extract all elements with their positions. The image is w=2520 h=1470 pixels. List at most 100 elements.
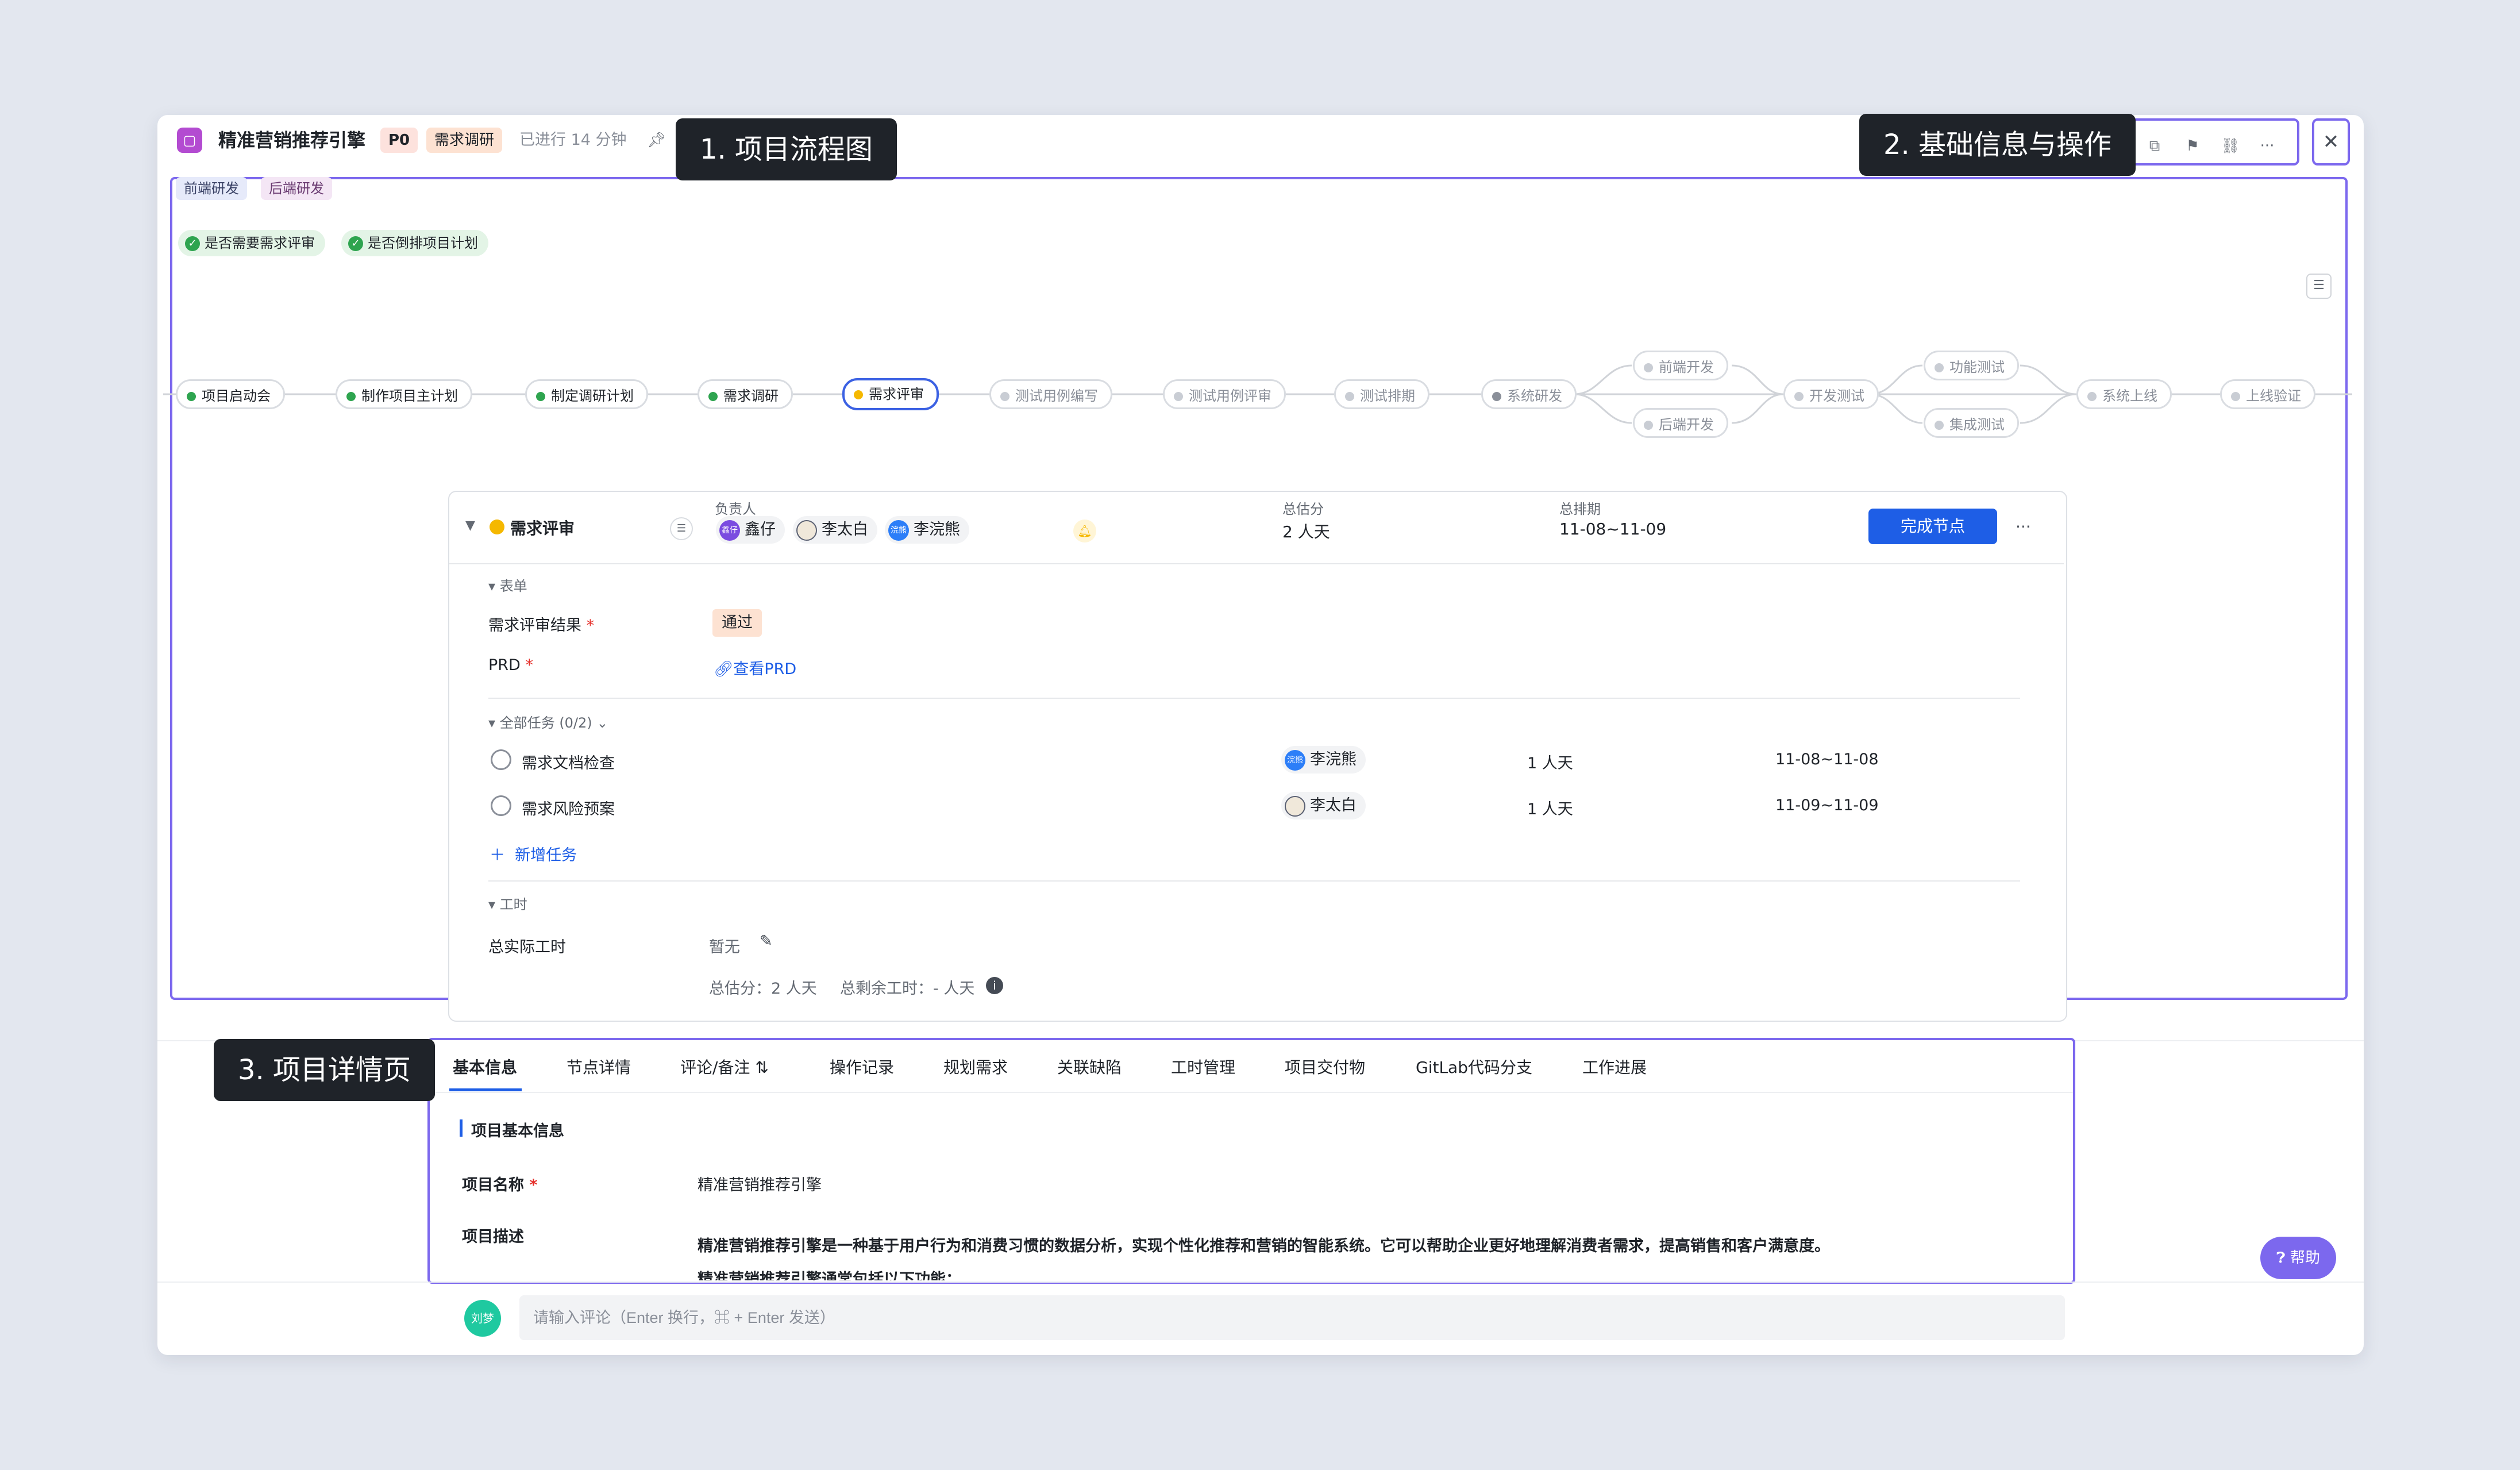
estimate-label: 总估分 bbox=[1282, 501, 1324, 517]
flow-node[interactable]: 项目启动会 bbox=[176, 379, 285, 409]
tab-related-defects[interactable]: 关联缺陷 bbox=[1057, 1055, 1122, 1078]
form-section-toggle[interactable]: ▾ 表单 bbox=[488, 575, 527, 595]
desc-line: 精准营销推荐引擎通常包括以下功能： bbox=[698, 1271, 961, 1280]
node-label: 上线验证 bbox=[2246, 388, 2301, 404]
flow-node[interactable]: 测试用例编写 bbox=[989, 379, 1112, 409]
collapse-chevron-icon[interactable]: ▼ bbox=[465, 518, 475, 533]
flow-node[interactable]: 制作项目主计划 bbox=[336, 379, 472, 409]
field-label: 项目名称 bbox=[462, 1176, 524, 1194]
field-label: 需求评审结果 bbox=[488, 617, 581, 634]
project-name-label: 项目名称 * bbox=[462, 1172, 538, 1195]
flow-node[interactable]: 系统上线 bbox=[2076, 379, 2172, 409]
owner-chip[interactable]: 鑫仔 鑫仔 bbox=[716, 516, 785, 544]
tab-planned-requirements[interactable]: 规划需求 bbox=[943, 1055, 1008, 1078]
project-name-value[interactable]: 精准营销推荐引擎 bbox=[698, 1172, 822, 1195]
summary-estimate: 总估分：2 人天 bbox=[709, 980, 817, 998]
flow-node[interactable]: 测试排期 bbox=[1334, 379, 1429, 409]
status-dot bbox=[1345, 392, 1354, 401]
review-result-value[interactable]: 通过 bbox=[712, 609, 762, 637]
sort-icon[interactable]: ⇅ bbox=[755, 1058, 768, 1077]
owner-name: 李太白 bbox=[1310, 796, 1357, 814]
node-label: 需求调研 bbox=[723, 388, 779, 404]
bell-icon[interactable]: 🔔︎ bbox=[1073, 519, 1096, 542]
flow-node[interactable]: 前端开发 bbox=[1633, 351, 1728, 380]
flow-node[interactable]: 系统研发 bbox=[1481, 379, 1577, 409]
avatar: 鑫仔 bbox=[719, 519, 740, 541]
flow-node[interactable]: 后端开发 bbox=[1633, 408, 1728, 438]
flow-node[interactable]: 开发测试 bbox=[1783, 379, 1879, 409]
tab-bar-divider bbox=[430, 1092, 2073, 1093]
owner-chip[interactable]: 李太白 bbox=[793, 516, 877, 544]
task-effort: 1 人天 bbox=[1527, 801, 1573, 818]
add-task-button[interactable]: ＋ 新增任务 bbox=[490, 842, 577, 865]
flow-node-active[interactable]: 需求评审 bbox=[842, 378, 939, 410]
section-label: 表单 bbox=[499, 578, 527, 594]
node-label: 测试用例评审 bbox=[1189, 388, 1271, 404]
status-dot bbox=[490, 519, 504, 534]
active-tab-indicator bbox=[449, 1088, 522, 1091]
avatar: 浣熊 bbox=[888, 519, 909, 541]
tab-operation-log[interactable]: 操作记录 bbox=[830, 1055, 894, 1078]
status-dot bbox=[1935, 363, 1944, 372]
basic-info-title: 项目基本信息 bbox=[471, 1122, 564, 1140]
divider bbox=[449, 563, 2064, 564]
status-dot bbox=[1935, 421, 1944, 430]
project-desc-value[interactable]: 精准营销推荐引擎是一种基于用户行为和消费习惯的数据分析，实现个性化推荐和营销的智… bbox=[698, 1230, 2065, 1280]
edit-icon[interactable]: ✎ bbox=[760, 932, 773, 950]
comment-input[interactable] bbox=[519, 1295, 2065, 1340]
task-checkbox[interactable] bbox=[491, 795, 511, 816]
add-task-label: 新增任务 bbox=[515, 846, 577, 864]
hours-section-toggle[interactable]: ▾ 工时 bbox=[488, 893, 527, 913]
node-label: 功能测试 bbox=[1949, 359, 2005, 375]
tab-work-hours[interactable]: 工时管理 bbox=[1171, 1055, 1235, 1078]
review-result-label: 需求评审结果 * bbox=[488, 613, 594, 635]
task-checkbox[interactable] bbox=[491, 749, 511, 770]
task-name[interactable]: 需求风险预案 bbox=[522, 796, 615, 819]
task-effort: 1 人天 bbox=[1527, 755, 1573, 772]
project-window: ▢ 精准营销推荐引擎 P0 需求调研 已进行 14 分钟 📌︎ ⧉ ⚑ ⛓ ··… bbox=[157, 115, 2364, 1355]
tab-node-detail[interactable]: 节点详情 bbox=[567, 1055, 631, 1078]
status-dot bbox=[346, 392, 356, 401]
tab-basic-info[interactable]: 基本信息 bbox=[453, 1055, 517, 1078]
node-label: 项目启动会 bbox=[202, 388, 271, 404]
node-label: 系统上线 bbox=[2102, 388, 2157, 404]
section-label: 全部任务 (0/2) bbox=[499, 715, 592, 731]
actual-hours-label: 总实际工时 bbox=[488, 938, 566, 956]
desc-line: 精准营销推荐引擎是一种基于用户行为和消费习惯的数据分析，实现个性化推荐和营销的智… bbox=[698, 1237, 1830, 1255]
info-icon[interactable]: i bbox=[986, 977, 1003, 994]
flow-node[interactable]: 测试用例评审 bbox=[1163, 379, 1286, 409]
tab-comments[interactable]: 评论/备注 ⇅ bbox=[680, 1055, 769, 1078]
view-prd-link[interactable]: 🔗︎查看PRD bbox=[714, 656, 796, 679]
schedule-value: 11-08~11-09 bbox=[1559, 519, 1667, 538]
help-button[interactable]: ❓︎ 帮助 bbox=[2260, 1237, 2336, 1279]
flow-node[interactable]: 上线验证 bbox=[2220, 379, 2315, 409]
owner-chip[interactable]: 浣熊 李浣熊 bbox=[885, 516, 969, 544]
task-name[interactable]: 需求文档检查 bbox=[522, 751, 615, 773]
section-label: 工时 bbox=[499, 896, 527, 913]
node-label: 测试用例编写 bbox=[1015, 388, 1098, 404]
task-owner-chip[interactable]: 李太白 bbox=[1281, 792, 1366, 819]
flow-node[interactable]: 功能测试 bbox=[1924, 351, 2019, 380]
link-label: 查看PRD bbox=[733, 660, 797, 678]
tasks-section-toggle[interactable]: ▾ 全部任务 (0/2) ⌄ bbox=[488, 711, 608, 732]
flow-node[interactable]: 制定调研计划 bbox=[525, 379, 648, 409]
summary-remaining: 总剩余工时：- 人天 bbox=[840, 980, 975, 998]
avatar: 刘梦 bbox=[464, 1300, 501, 1337]
task-date: 11-08~11-08 bbox=[1775, 751, 1879, 768]
tab-gitlab-branches[interactable]: GitLab代码分支 bbox=[1416, 1055, 1532, 1078]
list-icon[interactable]: ☰ bbox=[670, 517, 693, 540]
question-icon: ❓︎ bbox=[2276, 1249, 2286, 1267]
tab-work-progress[interactable]: 工作进展 bbox=[1582, 1055, 1647, 1078]
more-icon[interactable]: ··· bbox=[2016, 517, 2031, 536]
complete-node-button[interactable]: 完成节点 bbox=[1868, 509, 1997, 544]
node-label: 测试排期 bbox=[1360, 388, 1415, 404]
status-dot bbox=[1644, 363, 1653, 372]
tab-deliverables[interactable]: 项目交付物 bbox=[1285, 1055, 1365, 1078]
node-label: 集成测试 bbox=[1949, 417, 2005, 433]
task-owner-chip[interactable]: 浣熊 李浣熊 bbox=[1281, 746, 1366, 774]
node-label: 制定调研计划 bbox=[551, 388, 634, 404]
flow-node[interactable]: 集成测试 bbox=[1924, 408, 2019, 438]
owner-name: 李浣熊 bbox=[914, 521, 960, 538]
flow-node[interactable]: 需求调研 bbox=[698, 379, 793, 409]
status-dot bbox=[1000, 392, 1009, 401]
